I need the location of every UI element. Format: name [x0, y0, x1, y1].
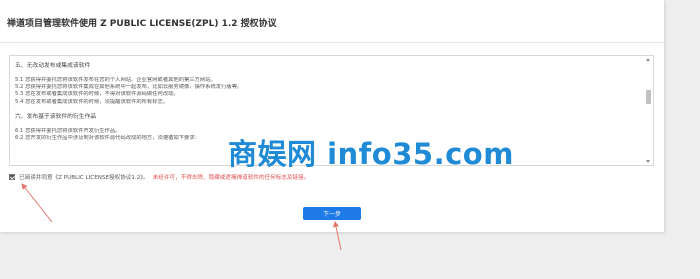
license-card: 禅道项目管理软件使用 Z PUBLIC LICENSE(ZPL) 1.2 授权协…: [0, 0, 664, 232]
scroll-up-arrow-icon[interactable]: [646, 58, 650, 61]
license-section-title: 六、发布基于该软件的衍生作品: [15, 113, 97, 120]
agree-checkbox[interactable]: [9, 174, 15, 180]
license-line: 5.2 您获得并委托您将该软件集成在其他系统中一起发布，比如云服务镜像、操作系统…: [15, 84, 243, 91]
agree-warning: 未经许可，不得去除、隐藏或遮掩禅道软件的任何标志及链接。: [152, 175, 310, 181]
license-section-title: 五、无改动发布或集成该软件: [15, 63, 91, 69]
header-divider: [0, 42, 664, 43]
scroll-thumb[interactable]: [646, 90, 651, 104]
watermark: 商娱网 info35.com: [228, 137, 514, 171]
page-title: 禅道项目管理软件使用 Z PUBLIC LICENSE(ZPL) 1.2 授权协…: [7, 19, 277, 29]
license-scrollbar[interactable]: [645, 57, 652, 164]
license-line: 5.4 您在发布或者集成该软件的时候，须提醒该软件的所有标志。: [15, 98, 169, 105]
next-step-button[interactable]: 下一步: [303, 207, 361, 220]
license-line: 5.1 您获得并委托您将该软件发布在您的个人网站、企业官网或者其他的第三方网站。: [15, 77, 216, 83]
scroll-down-arrow-icon[interactable]: [646, 160, 650, 163]
license-line: 5.3 您在发布或者集成该软件的时候，不得对该软件源码做任何改动。: [15, 91, 179, 98]
agree-row: 已阅读并同意《Z PUBLIC LICENSE授权协议1.2》。 未经许可，不得…: [9, 172, 309, 182]
agree-label[interactable]: 已阅读并同意《Z PUBLIC LICENSE授权协议1.2》。: [19, 173, 149, 181]
